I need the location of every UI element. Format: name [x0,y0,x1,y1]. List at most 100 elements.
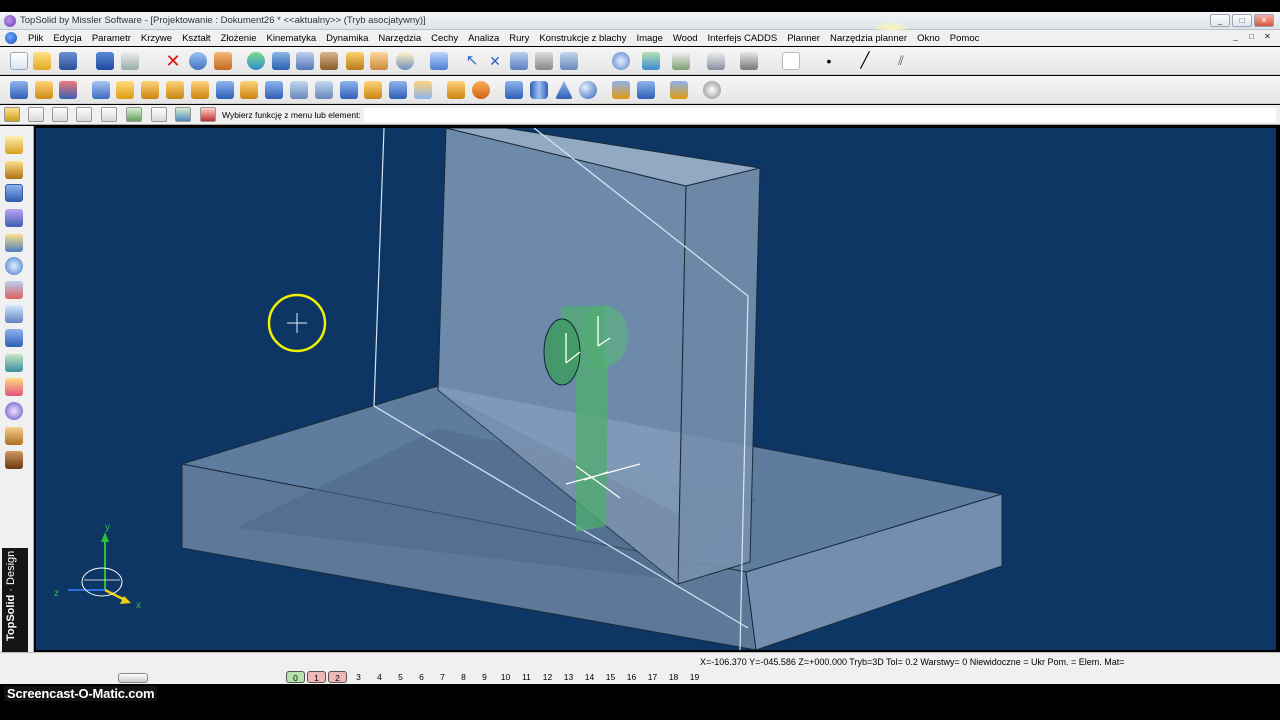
menu-edycja[interactable]: Edycja [48,33,87,44]
save-icon[interactable] [59,52,77,70]
doc-minimize-button[interactable]: _ [1229,31,1242,43]
zoom-icon[interactable] [612,52,630,70]
shape-subtract-icon[interactable] [472,81,490,99]
info-icon[interactable] [96,52,114,70]
shape-pattern-icon[interactable] [389,81,407,99]
wrench-tool-icon[interactable] [5,305,23,323]
page-tab-8[interactable]: 8 [454,671,473,683]
page-tab-15[interactable]: 15 [601,671,620,683]
shape-extrude-icon[interactable] [35,81,53,99]
shape-drill-icon[interactable] [92,81,110,99]
pipe-tool-icon[interactable] [5,354,23,372]
topsolid-logo-icon[interactable] [5,32,17,44]
page-tab-11[interactable]: 11 [517,671,536,683]
select-icon[interactable]: ↖ [463,52,481,70]
layers-icon[interactable] [672,52,690,70]
cone-icon[interactable] [555,81,573,99]
view-iso-icon[interactable] [670,81,688,99]
curve-tool-icon[interactable] [5,161,23,179]
page-tab-13[interactable]: 13 [559,671,578,683]
page-tab-7[interactable]: 7 [433,671,452,683]
page-tab-6[interactable]: 6 [412,671,431,683]
sheet-metal-tool-icon[interactable] [5,329,23,347]
menu-rury[interactable]: Rury [504,33,534,44]
menu-image[interactable]: Image [631,33,667,44]
3d-viewport[interactable]: y x z [36,128,1276,650]
view-front-icon[interactable] [612,81,630,99]
shape-mirror-icon[interactable] [414,81,432,99]
sphere-icon[interactable] [579,81,597,99]
picture-icon[interactable] [175,107,191,122]
menu-konstrukcje-z-blachy[interactable]: Konstrukcje z blachy [534,33,631,44]
horizontal-scroll-thumb[interactable] [118,673,148,683]
maximize-button[interactable]: □ [1232,14,1252,27]
shape-rib-icon[interactable] [340,81,358,99]
menu-dynamika[interactable]: Dynamika [321,33,373,44]
wood-tool-icon[interactable] [5,427,23,445]
printer-small-icon[interactable] [101,107,117,122]
hand-icon[interactable] [370,52,388,70]
shape-tool-icon[interactable] [5,184,23,202]
render-icon[interactable] [707,52,725,70]
page-tab-10[interactable]: 10 [496,671,515,683]
fit-view-icon[interactable] [642,52,660,70]
cylinder-icon[interactable] [530,81,548,99]
menu-wood[interactable]: Wood [668,33,703,44]
print-icon[interactable] [121,52,139,70]
menu-okno[interactable]: Okno [912,33,945,44]
menu-interfejs-cadds[interactable]: Interfejs CADDS [703,33,783,44]
shape-boss-icon[interactable] [116,81,134,99]
shape-box-icon[interactable] [10,81,28,99]
menu-ksztalt[interactable]: Kształt [177,33,216,44]
camera-icon[interactable] [740,52,758,70]
shape-shell-icon[interactable] [216,81,234,99]
cancel-small-icon[interactable] [200,107,216,122]
cube-icon[interactable] [505,81,523,99]
search-icon[interactable] [272,52,290,70]
feature-tool-icon[interactable] [5,378,23,396]
eraser-icon[interactable] [214,52,232,70]
cursor-icon[interactable] [430,52,448,70]
settings-icon[interactable] [703,81,721,99]
assembly-tool-icon[interactable] [5,209,23,227]
page-tab-2[interactable]: 2 [328,671,347,683]
menu-narzedzia-planner[interactable]: Narzędzia planner [825,33,912,44]
pencil-small-icon[interactable] [52,107,68,122]
snap-icon[interactable] [560,52,578,70]
shape-sweep-icon[interactable] [290,81,308,99]
shape-draft-icon[interactable] [240,81,258,99]
page-tab-5[interactable]: 5 [391,671,410,683]
new-file-icon[interactable] [10,52,28,70]
orbit-tool-icon[interactable] [5,257,23,275]
shape-cut-icon[interactable] [265,81,283,99]
shape-loft-icon[interactable] [315,81,333,99]
inspect-icon[interactable] [396,52,414,70]
cross-select-icon[interactable]: ✕ [486,52,504,70]
hatch-icon[interactable]: ⫽ [892,52,910,70]
line-style-icon[interactable]: ╱ [856,52,874,70]
keyboard-icon[interactable] [151,107,167,122]
shape-pocket-icon[interactable] [141,81,159,99]
menu-zlozenie[interactable]: Złożenie [216,33,262,44]
page-tab-9[interactable]: 9 [475,671,494,683]
doc-restore-button[interactable]: □ [1245,31,1258,43]
page-tab-3[interactable]: 3 [349,671,368,683]
page-tab-19[interactable]: 19 [685,671,704,683]
page-tab-17[interactable]: 17 [643,671,662,683]
shape-union-icon[interactable] [447,81,465,99]
page-tab-14[interactable]: 14 [580,671,599,683]
shape-revolve-icon[interactable] [59,81,77,99]
close-button[interactable]: ✕ [1254,14,1274,27]
tools-icon[interactable] [320,52,338,70]
page-tab-4[interactable]: 4 [370,671,389,683]
stack-icon[interactable] [76,107,92,122]
menu-kinematyka[interactable]: Kinematyka [262,33,322,44]
edit-icon[interactable] [296,52,314,70]
point-style-icon[interactable]: • [820,52,838,70]
menu-krzywe[interactable]: Krzywe [136,33,177,44]
view-top-icon[interactable] [637,81,655,99]
command-input[interactable] [364,108,1276,122]
minimize-button[interactable]: _ [1210,14,1230,27]
bookmark-tool-icon[interactable] [5,451,23,469]
analysis-tool-icon[interactable] [5,281,23,299]
